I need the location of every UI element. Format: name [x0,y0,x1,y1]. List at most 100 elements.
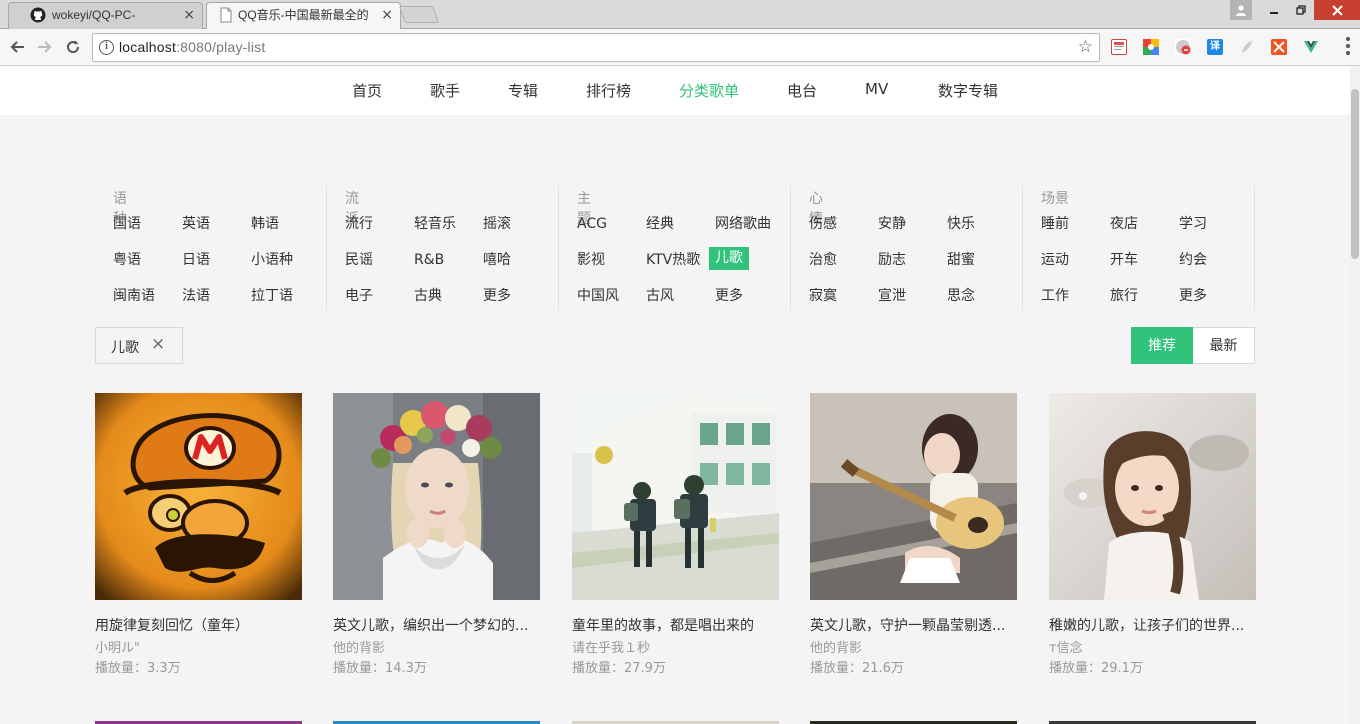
tab-close-icon[interactable]: × [381,3,393,28]
filter-item[interactable]: 学习 [1179,214,1207,234]
playlist-title[interactable]: 用旋律复刻回忆（童年） [95,615,302,635]
playlist-author[interactable]: 小明ル" [95,637,140,656]
tools-icon[interactable] [1271,39,1287,55]
filter-item[interactable]: 中国风 [577,286,619,306]
translate-icon[interactable]: 译 [1207,39,1223,55]
filter-item[interactable]: 工作 [1041,286,1069,306]
sort-recommend-button[interactable]: 推荐 [1131,327,1193,364]
nav-home[interactable]: 首页 [352,80,382,101]
chrome-store-icon[interactable] [1143,39,1159,55]
playlist-author[interactable]: т信念 [1049,637,1083,656]
filter-item[interactable]: 粤语 [113,250,141,270]
filter-item[interactable]: 运动 [1041,250,1069,270]
filter-item[interactable]: 古典 [414,286,442,306]
user-profile-icon[interactable] [1230,0,1252,20]
playlist-cover[interactable] [572,393,779,600]
filter-item[interactable]: 励志 [878,250,906,270]
nav-digital-album[interactable]: 数字专辑 [938,80,998,101]
filter-item[interactable]: 开车 [1110,250,1138,270]
filter-item[interactable]: 约会 [1179,250,1207,270]
filter-item[interactable]: 快乐 [947,214,975,234]
filter-item[interactable]: 法语 [182,286,210,306]
remove-filter-icon[interactable]: × [151,334,165,354]
playlist-cover[interactable] [810,393,1017,600]
browser-tab-qqmusic[interactable]: QQ音乐-中国最新最全的 × [206,2,401,29]
browser-tab-github[interactable]: wokeyi/QQ-PC- × [8,2,203,29]
filter-item[interactable]: 摇滚 [483,214,511,234]
forward-arrow-icon[interactable] [34,36,56,58]
filter-item[interactable]: 思念 [947,286,975,306]
filter-item[interactable]: 更多 [483,286,511,306]
info-icon[interactable]: i [99,40,114,55]
playlist-cover[interactable] [95,393,302,600]
filter-item[interactable]: 伤感 [809,214,837,234]
filter-item[interactable]: 旅行 [1110,286,1138,306]
filter-item[interactable]: 治愈 [809,250,837,270]
filter-group-scene: 场景 睡前 夜店 学习 运动 开车 约会 工作 旅行 更多 [1022,183,1255,313]
tab-close-icon[interactable]: × [183,3,195,28]
minimize-icon[interactable] [1260,0,1287,20]
address-bar[interactable]: i localhost:8080/play-list ☆ [92,33,1100,62]
filter-item[interactable]: 更多 [1179,286,1207,306]
filter-item[interactable]: 影视 [577,250,605,270]
playlist-author[interactable]: 他的背影 [810,637,862,656]
filter-item[interactable]: 日语 [182,250,210,270]
filter-item[interactable]: 流行 [345,214,373,234]
playlist-cover[interactable] [333,393,540,600]
url-text[interactable]: localhost:8080/play-list [119,39,265,55]
new-tab-button[interactable] [398,6,440,23]
sort-latest-button[interactable]: 最新 [1193,327,1255,364]
filter-item[interactable]: 甜蜜 [947,250,975,270]
filter-item[interactable]: 拉丁语 [251,286,293,306]
playlist-author[interactable]: 请在乎我１秒 [572,637,650,656]
filter-item[interactable]: 国语 [113,214,141,234]
filter-item[interactable]: 寂寞 [809,286,837,306]
playlist-title[interactable]: 童年里的故事，都是唱出来的 [572,615,779,635]
filter-item[interactable]: 韩语 [251,214,279,234]
playlist-cover[interactable] [1049,393,1256,600]
filter-item[interactable]: 轻音乐 [414,214,456,234]
filter-item[interactable]: 电子 [345,286,373,306]
reload-icon[interactable] [62,36,84,58]
playlist-title[interactable]: 英文儿歌，守护一颗晶莹剔透... [810,615,1017,635]
vue-devtools-icon[interactable] [1303,39,1319,55]
playlist-play-count: 播放量：21.6万 [810,661,904,676]
page-scrollbar[interactable] [1350,67,1360,724]
nav-radio[interactable]: 电台 [787,80,817,101]
bookmark-manager-icon[interactable] [1111,39,1127,55]
adblock-icon[interactable] [1175,39,1191,55]
filter-item[interactable]: 英语 [182,214,210,234]
filter-item[interactable]: 安静 [878,214,906,234]
divider [558,185,559,311]
filter-item[interactable]: 更多 [715,286,743,306]
filter-item[interactable]: 宣泄 [878,286,906,306]
filter-item[interactable]: 夜店 [1110,214,1138,234]
scrollbar-thumb[interactable] [1351,89,1359,259]
playlist-title[interactable]: 稚嫩的儿歌，让孩子们的世界... [1049,615,1256,635]
nav-category-playlists[interactable]: 分类歌单 [679,80,739,101]
filter-item[interactable]: 嘻哈 [483,250,511,270]
filter-item[interactable]: ACG [577,214,607,234]
filter-item[interactable]: 民谣 [345,250,373,270]
filter-item[interactable]: KTV热歌 [646,250,700,270]
filter-item[interactable]: 闽南语 [113,286,155,306]
playlist-title[interactable]: 英文儿歌，编织出一个梦幻的... [333,615,540,635]
chrome-menu-icon[interactable] [1346,37,1350,58]
restore-icon[interactable] [1287,0,1314,20]
nav-charts[interactable]: 排行榜 [586,80,631,101]
playlist-author[interactable]: 他的背影 [333,637,385,656]
filter-item[interactable]: 经典 [646,214,674,234]
bookmark-star-icon[interactable]: ☆ [1078,37,1093,57]
nav-mv[interactable]: MV [865,80,888,98]
filter-item[interactable]: 小语种 [251,250,293,270]
filter-item-selected[interactable]: 儿歌 [709,247,749,270]
filter-item[interactable]: R&B [414,250,444,270]
window-close-icon[interactable] [1314,0,1360,20]
feather-icon[interactable] [1239,39,1255,55]
back-arrow-icon[interactable] [6,36,28,58]
filter-item[interactable]: 古风 [646,286,674,306]
filter-item[interactable]: 网络歌曲 [715,214,771,234]
nav-singer[interactable]: 歌手 [430,80,460,101]
nav-album[interactable]: 专辑 [508,80,538,101]
filter-item[interactable]: 睡前 [1041,214,1069,234]
